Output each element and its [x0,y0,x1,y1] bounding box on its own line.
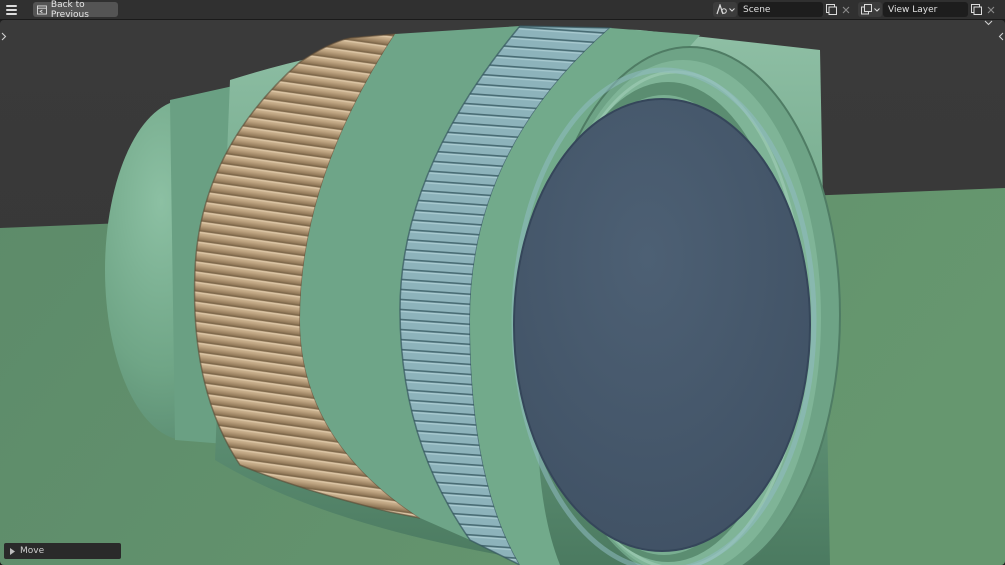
3d-viewport[interactable] [0,20,1005,565]
delete-scene-button[interactable] [839,2,853,17]
chevron-left-icon[interactable] [998,32,1004,41]
view-layer-browse-button[interactable] [858,2,882,17]
expand-triangle-icon [10,547,15,555]
back-to-previous-button[interactable]: Back to Previous [33,0,118,20]
operator-name: Move [20,546,45,556]
view-layer-name: View Layer [888,4,938,15]
scene-browse-button[interactable] [713,2,737,17]
back-to-previous-label: Back to Previous [50,0,89,20]
scene-icon [716,4,727,15]
screen-back-icon [37,5,47,14]
chevron-right-icon[interactable] [1,32,7,41]
scene-name-field[interactable]: Scene [738,2,823,17]
lens-render [0,20,1005,565]
scene-name: Scene [743,4,771,15]
new-scene-button[interactable] [824,2,838,17]
chevron-down-icon[interactable] [984,20,993,26]
last-operator-panel[interactable]: Move [4,543,121,559]
duplicate-icon [970,4,982,15]
close-icon [842,6,850,13]
chevron-down-icon [873,7,880,12]
render-layers-icon [860,4,872,15]
view-layer-name-field[interactable]: View Layer [883,2,968,17]
top-header: Back to Previous Scene View Layer [0,0,1005,20]
delete-view-layer-button[interactable] [984,2,998,17]
hamburger-menu-icon[interactable] [4,2,20,17]
duplicate-icon [825,4,837,15]
new-view-layer-button[interactable] [969,2,983,17]
chevron-down-icon [729,7,735,12]
close-icon [987,6,995,13]
